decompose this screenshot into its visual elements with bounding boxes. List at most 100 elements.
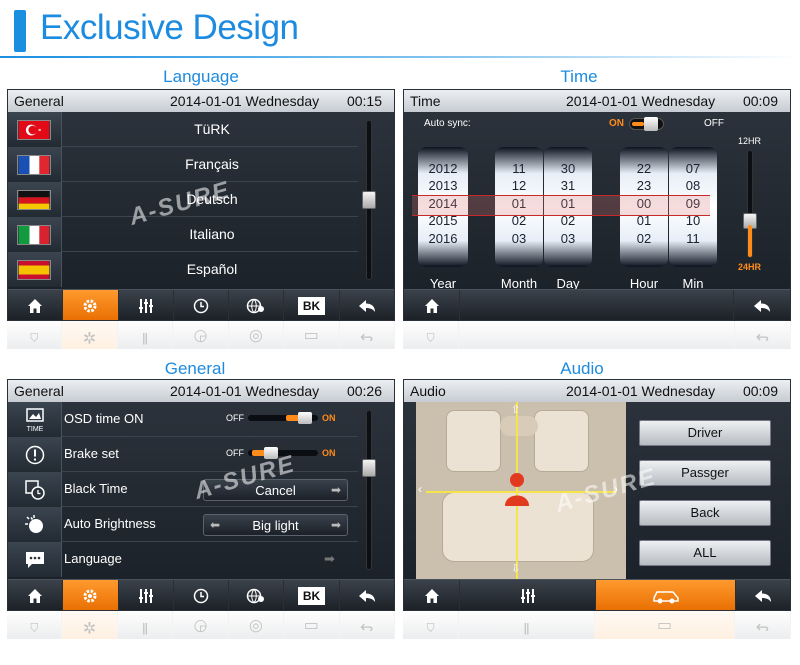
home-button[interactable]: [8, 580, 64, 610]
screen-date: 2014-01-01 Wednesday: [170, 383, 320, 399]
setting-label: OSD time ON: [64, 411, 144, 426]
home-button[interactable]: [404, 290, 460, 320]
drum-value: 03: [560, 231, 576, 246]
nav-spacer: [460, 290, 734, 320]
screen-title-bar: General 2014-01-01 Wednesday 00:26: [8, 380, 394, 402]
bk-button[interactable]: BK: [284, 580, 340, 610]
home-icon: [424, 589, 439, 603]
screen-date: 2014-01-01 Wednesday: [566, 93, 716, 109]
12hr-label: 12HR: [738, 136, 762, 146]
setting-label: Brake set: [64, 446, 119, 461]
24hr-label: 24HR: [738, 262, 762, 272]
equalizer-button[interactable]: [119, 580, 174, 610]
language-item-francais[interactable]: Français: [8, 147, 358, 182]
clock-button[interactable]: [174, 290, 230, 320]
language-label: TüRK: [194, 121, 230, 137]
back-arrow-icon: [358, 300, 375, 312]
car-icon: [652, 591, 679, 604]
home-button[interactable]: [8, 290, 64, 320]
drum-value: 12: [511, 178, 527, 193]
steering-area: [500, 416, 538, 436]
drum-value: 2012: [428, 161, 458, 176]
scrollbar-knob[interactable]: [362, 459, 376, 477]
driver-button[interactable]: Driver: [639, 420, 771, 446]
clock-icon: [193, 588, 209, 604]
equalizer-button[interactable]: [119, 290, 174, 320]
screen-title: General: [14, 93, 64, 109]
drum-value: 31: [560, 178, 576, 193]
equalizer-icon: [138, 299, 153, 313]
italy-flag-icon: [17, 225, 51, 245]
setting-language[interactable]: Language ➡: [8, 542, 358, 577]
arrow-right-icon[interactable]: ➡: [324, 551, 335, 567]
settings-button[interactable]: [63, 580, 119, 610]
screen-clock: 00:15: [346, 93, 382, 109]
clock-button[interactable]: [174, 580, 230, 610]
brightness-icon: [8, 507, 62, 542]
screen-date: 2014-01-01 Wednesday: [170, 93, 320, 109]
time-picker: Auto sync: ON OFF 2012 2013 2014 2015 20…: [404, 112, 790, 291]
arrow-right-icon[interactable]: ➡: [331, 518, 341, 532]
select-value: Big light: [252, 518, 299, 533]
back-seat-button[interactable]: Back: [639, 500, 771, 526]
language-item-italiano[interactable]: Italiano: [8, 217, 358, 252]
screen-title-bar: Time 2014-01-01 Wednesday 00:09: [404, 90, 790, 112]
back-button[interactable]: [734, 290, 790, 320]
arrow-down-icon[interactable]: ⇩: [511, 562, 520, 575]
toggle-off-label: OFF: [226, 448, 244, 458]
screen-title-bar: Audio 2014-01-01 Wednesday 00:09: [404, 380, 790, 402]
language-label: Français: [185, 156, 239, 172]
passenger-seat: [534, 410, 589, 472]
turkey-flag-icon: [17, 120, 51, 140]
bottom-nav: BK: [8, 579, 394, 610]
screen-title-bar: General 2014-01-01 Wednesday 00:15: [8, 90, 394, 112]
auto-sync-label: Auto sync:: [424, 118, 471, 129]
drum-value: 11: [512, 161, 526, 176]
germany-flag-icon: [17, 190, 51, 210]
all-button[interactable]: ALL: [639, 540, 771, 566]
alert-icon: [8, 437, 62, 472]
arrow-up-icon[interactable]: ⇧: [511, 403, 520, 416]
back-button[interactable]: [340, 290, 394, 320]
scrollbar-knob[interactable]: [362, 191, 376, 209]
drum-value: 03: [511, 231, 527, 246]
auto-sync-switch[interactable]: [629, 117, 664, 131]
arrow-left-icon[interactable]: ‹: [418, 482, 422, 496]
bk-button[interactable]: BK: [284, 290, 340, 320]
screen-clock: 00:26: [346, 383, 382, 399]
auto-sync-off-label: OFF: [704, 118, 724, 129]
language-label: Italiano: [189, 226, 235, 242]
passenger-button[interactable]: Passger: [639, 460, 771, 486]
home-icon: [28, 299, 43, 313]
bottom-nav: BK: [8, 289, 394, 320]
globe-settings-button[interactable]: [229, 290, 285, 320]
language-item-turk[interactable]: TüRK: [8, 112, 358, 147]
settings-button[interactable]: [63, 290, 119, 320]
screen-clock: 00:09: [742, 93, 778, 109]
globe-settings-button[interactable]: [229, 580, 285, 610]
car-balance-button[interactable]: [596, 580, 736, 610]
time-icon-text: TIME: [26, 426, 43, 433]
toggle-off-label: OFF: [226, 413, 244, 423]
home-icon: [28, 589, 43, 603]
language-item-espanol[interactable]: Español: [8, 252, 358, 287]
settings-icon: [83, 299, 97, 313]
toggle-on-label: ON: [322, 448, 336, 458]
drum-value: 30: [560, 161, 576, 176]
arrow-right-icon[interactable]: ➡: [331, 483, 341, 497]
language-screen: General 2014-01-01 Wednesday 00:15 TüRK …: [7, 89, 395, 321]
back-button[interactable]: [340, 580, 394, 610]
hour-format-slider[interactable]: [743, 150, 757, 258]
language-scrollbar[interactable]: [362, 120, 376, 280]
setting-auto-brightness: Auto Brightness ⬅ Big light ➡: [8, 507, 358, 542]
auto-brightness-select[interactable]: ⬅ Big light ➡: [203, 514, 348, 536]
spain-flag-icon: [17, 260, 51, 280]
back-button[interactable]: [736, 580, 790, 610]
bk-label: BK: [297, 297, 326, 315]
general-scrollbar[interactable]: [362, 410, 376, 570]
home-button[interactable]: [404, 580, 460, 610]
equalizer-button[interactable]: [460, 580, 596, 610]
listener-position-icon[interactable]: [503, 472, 531, 508]
auto-sync-on-label: ON: [609, 118, 624, 129]
setting-label: Black Time: [64, 481, 128, 496]
